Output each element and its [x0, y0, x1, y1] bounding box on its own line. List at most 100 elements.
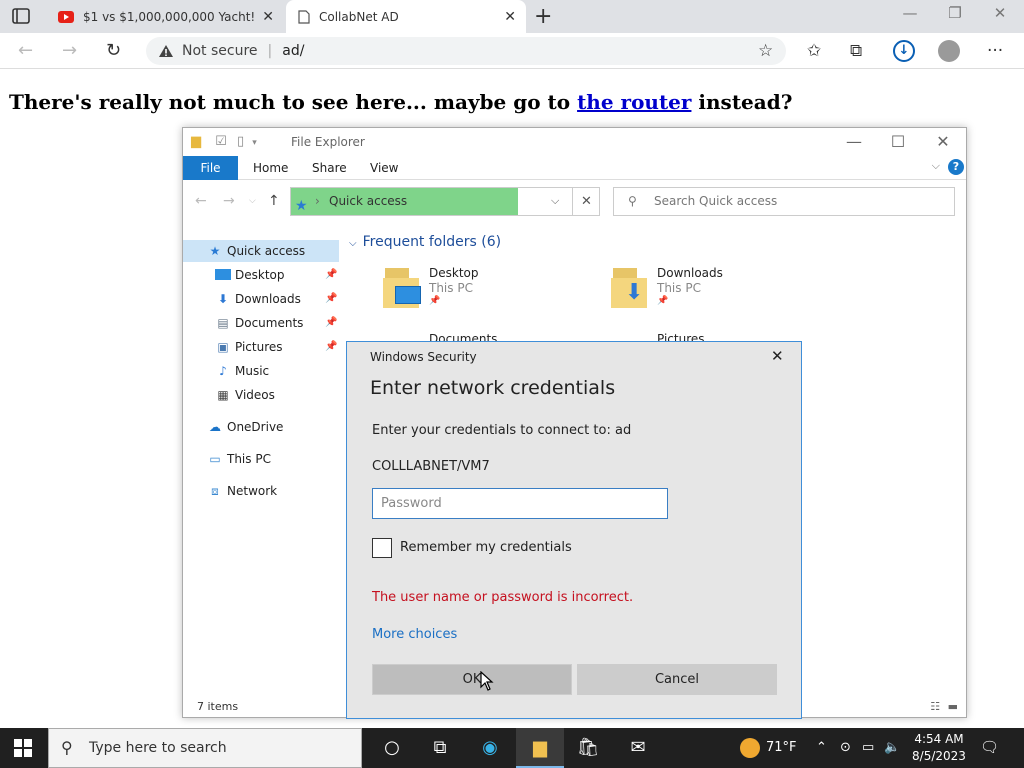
tab-home[interactable]: Home: [253, 161, 288, 175]
sidebar-item-desktop[interactable]: Desktop 📌: [183, 264, 339, 286]
dialog-title: Windows Security: [370, 350, 477, 364]
maximize-icon[interactable]: ☐: [875, 132, 921, 151]
remember-label[interactable]: Remember my credentials: [400, 540, 572, 555]
expand-ribbon-icon[interactable]: ⌵: [932, 159, 940, 173]
url-text[interactable]: ad/: [282, 43, 304, 59]
tab-file[interactable]: File: [183, 156, 238, 180]
restore-icon[interactable]: ❐: [935, 4, 975, 22]
tab-view[interactable]: View: [370, 161, 398, 175]
display-icon[interactable]: ▭: [862, 728, 874, 768]
minimize-icon[interactable]: —: [831, 132, 877, 151]
close-icon[interactable]: ✕: [920, 132, 966, 151]
sidebar-item-documents[interactable]: ▤ Documents 📌: [183, 312, 339, 334]
weather-widget[interactable]: 71°F: [740, 728, 797, 768]
sidebar-item-downloads[interactable]: ⬇ Downloads 📌: [183, 288, 339, 310]
folder-desktop[interactable]: Desktop This PC 📌: [383, 266, 583, 318]
explorer-address-bar[interactable]: ★ › Quick access ⌵ ✕: [290, 187, 600, 216]
volume-muted-icon[interactable]: 🔈: [884, 728, 900, 768]
sidebar-item-music[interactable]: ♪ Music: [183, 360, 339, 382]
collections-icon[interactable]: ⧉: [850, 41, 862, 61]
properties-icon[interactable]: ☑: [215, 134, 227, 149]
network-status-icon[interactable]: ⊙: [840, 728, 851, 768]
sidebar-item-label: This PC: [227, 452, 271, 466]
page-heading: There's really not much to see here... m…: [9, 90, 792, 114]
windows-start-icon[interactable]: [14, 739, 32, 757]
sidebar-item-this-pc[interactable]: ▭ This PC: [183, 448, 339, 470]
sidebar-item-label: Desktop: [235, 268, 285, 282]
forward-icon[interactable]: →: [223, 193, 235, 209]
edge-icon[interactable]: ◉: [466, 728, 514, 768]
large-icons-view-icon[interactable]: ▬: [948, 700, 958, 713]
explorer-navigation: ← → ⌵ ↑ ★ › Quick access ⌵ ✕ ⚲ Search Qu…: [183, 180, 966, 222]
sidebar-item-videos[interactable]: ▦ Videos: [183, 384, 339, 406]
tab-share[interactable]: Share: [312, 161, 347, 175]
frequent-folders-header[interactable]: ⌵ Frequent folders (6): [349, 234, 501, 250]
up-icon[interactable]: ↑: [268, 193, 280, 209]
downloads-icon[interactable]: ↓: [893, 40, 915, 62]
chevron-down-icon[interactable]: ⌵: [551, 194, 559, 208]
help-icon[interactable]: ?: [948, 159, 964, 175]
folder-downloads[interactable]: ⬇ Downloads This PC 📌: [611, 266, 811, 318]
task-view-icon[interactable]: ⧉: [416, 728, 464, 768]
sidebar-item-label: Pictures: [235, 340, 283, 354]
taskbar-search-input[interactable]: ⚲ Type here to search: [48, 728, 362, 768]
sidebar-item-onedrive[interactable]: ☁ OneDrive: [183, 416, 339, 438]
network-icon: ⧈: [211, 484, 219, 498]
sidebar-item-network[interactable]: ⧈ Network: [183, 480, 339, 502]
tray-overflow-icon[interactable]: ⌃: [816, 728, 827, 768]
password-input[interactable]: [372, 488, 668, 519]
close-icon[interactable]: ✕: [771, 347, 784, 365]
file-explorer-icon[interactable]: ▆: [516, 728, 564, 768]
notification-icon[interactable]: 🗨: [980, 738, 999, 756]
sidebar-item-label: Documents: [235, 316, 304, 330]
back-icon[interactable]: ←: [18, 40, 33, 61]
sidebar-item-quick-access[interactable]: ★ Quick access: [183, 240, 339, 262]
tab-youtube[interactable]: $1 vs $1,000,000,000 Yacht! - You ✕: [48, 0, 284, 33]
security-label[interactable]: Not secure: [182, 43, 258, 59]
video-icon: ▦: [217, 388, 229, 402]
close-tab-icon[interactable]: ✕: [504, 9, 516, 25]
details-view-icon[interactable]: ☷: [930, 700, 940, 713]
pin-icon[interactable]: 📌: [325, 288, 337, 310]
profile-avatar[interactable]: [938, 40, 960, 62]
new-folder-icon[interactable]: ▯: [237, 134, 244, 149]
pin-icon[interactable]: 📌: [325, 264, 337, 286]
search-icon: ⚲: [628, 194, 637, 208]
tab-collabnet[interactable]: CollabNet AD ✕: [286, 0, 526, 33]
refresh-icon[interactable]: ↻: [106, 40, 121, 61]
quick-access-toolbar[interactable]: ▆ ☑ ▯ ▾: [191, 134, 257, 149]
browser-tab-bar: $1 vs $1,000,000,000 Yacht! - You ✕ Coll…: [0, 0, 1024, 33]
new-tab-icon[interactable]: +: [534, 4, 552, 29]
ok-button[interactable]: OK: [372, 664, 572, 695]
mail-icon[interactable]: ✉: [614, 728, 662, 768]
breadcrumb[interactable]: ★ › Quick access: [291, 188, 518, 215]
address-bar[interactable]: Not secure | ad/: [146, 37, 786, 65]
close-window-icon[interactable]: ✕: [980, 4, 1020, 22]
forward-icon[interactable]: →: [62, 40, 77, 61]
chevron-right-icon: ›: [315, 194, 320, 208]
pin-icon[interactable]: 📌: [325, 312, 337, 334]
more-menu-icon[interactable]: ···: [987, 41, 1003, 61]
cancel-button[interactable]: Cancel: [577, 664, 777, 695]
music-icon: ♪: [219, 364, 227, 378]
picture-icon: ▣: [217, 340, 229, 354]
chevron-down-icon[interactable]: ▾: [252, 138, 257, 148]
tab-actions-icon[interactable]: [8, 5, 34, 27]
back-icon[interactable]: ←: [195, 193, 207, 209]
sidebar-item-pictures[interactable]: ▣ Pictures 📌: [183, 336, 339, 358]
clear-icon[interactable]: ✕: [572, 188, 600, 215]
more-choices-link[interactable]: More choices: [372, 627, 457, 642]
search-input[interactable]: ⚲ Search Quick access: [613, 187, 955, 216]
router-link[interactable]: the router: [577, 90, 691, 114]
store-icon[interactable]: 🛍: [564, 728, 612, 768]
favorites-icon[interactable]: ✩: [807, 41, 821, 61]
warning-icon: [159, 45, 173, 57]
add-favorite-icon[interactable]: ☆: [758, 41, 773, 61]
recent-locations-icon[interactable]: ⌵: [249, 196, 256, 206]
close-tab-icon[interactable]: ✕: [262, 9, 274, 25]
clock[interactable]: 4:54 AM 8/5/2023: [910, 731, 968, 765]
remember-checkbox[interactable]: [372, 538, 392, 558]
cortana-icon[interactable]: ○: [368, 728, 416, 768]
minimize-icon[interactable]: —: [890, 4, 930, 22]
pin-icon[interactable]: 📌: [325, 336, 337, 358]
